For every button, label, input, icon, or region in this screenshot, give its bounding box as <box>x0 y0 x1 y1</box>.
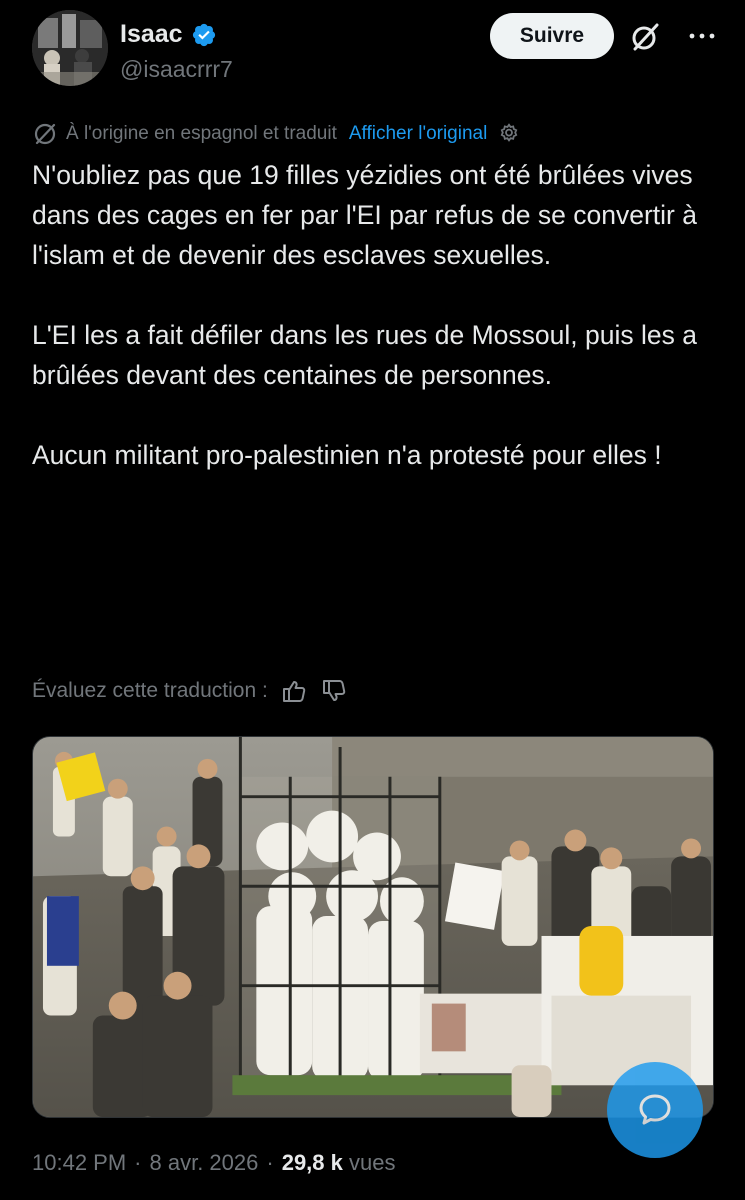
translation-notice: À l'origine en espagnol et traduit Affic… <box>32 119 521 149</box>
thumbs-up-icon[interactable] <box>280 677 308 705</box>
views-count: 29,8 k <box>281 1150 343 1175</box>
translation-origin-text: À l'origine en espagnol et traduit <box>66 123 337 144</box>
thumbs-down-icon[interactable] <box>320 677 348 705</box>
follow-button[interactable]: Suivre <box>490 13 614 59</box>
tweet-meta: 10:42 PM · 8 avr. 2026 · 29,8 k vues <box>32 1150 395 1176</box>
tweet-text: N'oubliez pas que 19 filles yézidies ont… <box>32 155 722 475</box>
tweet-paragraph: Aucun militant pro-palestinien n'a prote… <box>32 440 662 470</box>
tweet-date[interactable]: 8 avr. 2026 <box>150 1150 259 1176</box>
meta-separator: · <box>266 1150 274 1175</box>
floating-reply-button[interactable] <box>607 1062 703 1158</box>
author-name[interactable]: Isaac <box>120 20 183 49</box>
author-handle[interactable]: @isaacrrr7 <box>120 56 233 83</box>
show-original-link[interactable]: Afficher l'original <box>349 123 487 145</box>
chat-bubble-icon <box>639 1094 671 1125</box>
rate-translation-prompt: Évaluez cette traduction : <box>32 679 268 702</box>
author-avatar[interactable] <box>32 10 108 86</box>
gear-icon[interactable] <box>497 122 521 146</box>
tweet-header: Isaac @isaacrrr7 Suivre <box>32 10 721 90</box>
verified-badge-icon <box>192 23 215 46</box>
rate-translation-row: Évaluez cette traduction : <box>32 674 348 708</box>
tweet-paragraph: N'oubliez pas que 19 filles yézidies ont… <box>32 160 697 270</box>
translate-icon <box>34 123 56 145</box>
more-horizontal-icon[interactable] <box>687 24 717 48</box>
tweet-photo[interactable] <box>32 736 714 1118</box>
grok-icon[interactable] <box>629 21 661 53</box>
tweet-paragraph: L'EI les a fait défiler dans les rues de… <box>32 320 697 390</box>
views-label: vues <box>349 1150 396 1175</box>
author-name-row: Isaac <box>120 20 217 49</box>
meta-separator: · <box>134 1150 142 1175</box>
tweet-time[interactable]: 10:42 PM <box>32 1150 126 1176</box>
